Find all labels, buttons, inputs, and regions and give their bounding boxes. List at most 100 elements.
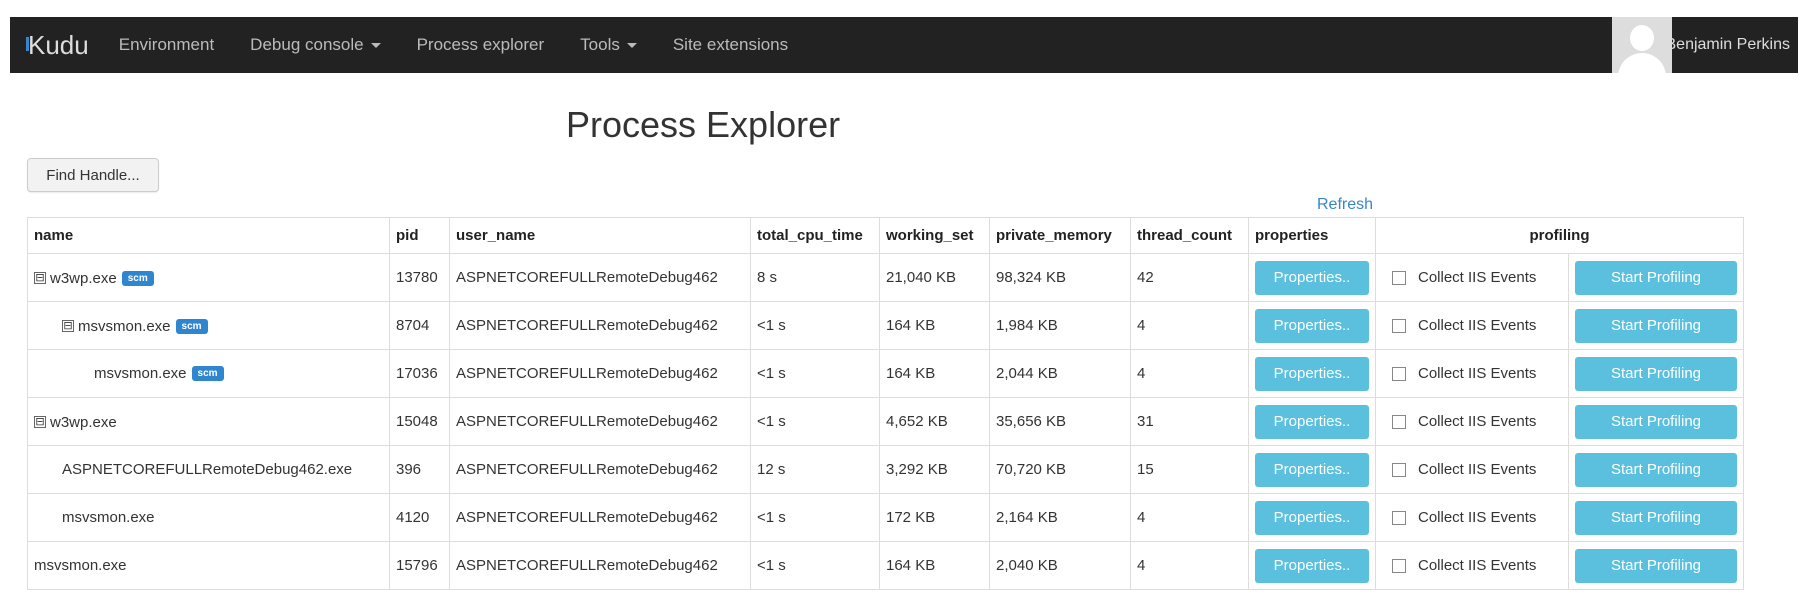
top-navbar: Kudu Environment Debug console Process e…	[10, 17, 1798, 73]
page-title: Process Explorer	[566, 104, 841, 145]
process-name: msvsmon.exe	[78, 317, 171, 335]
kudu-brand-logo[interactable]: Kudu	[26, 30, 89, 61]
collect-iis-events-checkbox[interactable]	[1392, 270, 1406, 285]
start-profiling-button[interactable]: Start Profiling	[1575, 356, 1737, 391]
nav-tools[interactable]: Tools	[580, 35, 637, 55]
cell-start-profiling: Start Profiling	[1568, 541, 1744, 590]
cell-properties: Properties..	[1248, 541, 1376, 590]
collect-iis-events-label: Collect IIS Events	[1418, 509, 1537, 526]
properties-button[interactable]: Properties..	[1255, 500, 1369, 535]
user-name[interactable]: Benjamin Perkins	[1666, 17, 1791, 73]
collect-iis-events-checkbox[interactable]	[1392, 414, 1406, 429]
cell-working-set: 164 KB	[879, 301, 990, 350]
nav-process-explorer[interactable]: Process explorer	[417, 35, 545, 55]
properties-button[interactable]: Properties..	[1255, 308, 1369, 343]
cell-thread-count: 4	[1130, 349, 1249, 398]
collect-events-wrap: Collect IIS Events	[1382, 509, 1562, 526]
cell-collect-events: Collect IIS Events	[1375, 541, 1569, 590]
cell-pid: 13780	[389, 253, 450, 302]
cell-total-cpu-time: <1 s	[750, 493, 880, 542]
cell-private-memory: 2,164 KB	[989, 493, 1131, 542]
collect-iis-events-checkbox[interactable]	[1392, 558, 1406, 573]
process-name: msvsmon.exe	[62, 509, 155, 526]
cell-pid: 4120	[389, 493, 450, 542]
cell-pid: 8704	[389, 301, 450, 350]
cell-thread-count: 42	[1130, 253, 1249, 302]
cell-properties: Properties..	[1248, 253, 1376, 302]
header-profiling: profiling	[1375, 217, 1744, 254]
cell-properties: Properties..	[1248, 397, 1376, 446]
table-row: ⊟ w3wp.exe scm 13780 ASPNETCOREFULLRemoteDeb…	[27, 253, 1744, 302]
table-row: msvsmon.exe 4120 ASPNETCOREFULLRemoteDebug…	[27, 493, 1744, 542]
start-profiling-button[interactable]: Start Profiling	[1575, 500, 1737, 535]
cell-pid: 15796	[389, 541, 450, 590]
cell-total-cpu-time: 12 s	[750, 445, 880, 494]
collect-events-wrap: Collect IIS Events	[1382, 317, 1562, 334]
process-name-wrap: msvsmon.exe	[62, 509, 155, 526]
cell-collect-events: Collect IIS Events	[1375, 397, 1569, 446]
user-avatar-icon[interactable]	[1612, 17, 1672, 73]
properties-button[interactable]: Properties..	[1255, 452, 1369, 487]
refresh-link[interactable]: Refresh	[1317, 196, 1373, 214]
cell-thread-count: 31	[1130, 397, 1249, 446]
collect-iis-events-label: Collect IIS Events	[1418, 413, 1537, 430]
nav-site-extensions-label: Site extensions	[672, 35, 789, 54]
process-name-wrap: ⊟ msvsmon.exe scm	[62, 318, 208, 335]
cell-user-name: ASPNETCOREFULLRemoteDebug462	[449, 397, 751, 446]
collapse-toggle-icon[interactable]: ⊟	[34, 272, 46, 285]
properties-button[interactable]: Properties..	[1255, 260, 1369, 295]
collect-iis-events-checkbox[interactable]	[1392, 510, 1406, 525]
cell-working-set: 172 KB	[879, 493, 990, 542]
cell-user-name: ASPNETCOREFULLRemoteDebug462	[449, 493, 751, 542]
find-handle-button[interactable]: Find Handle...	[27, 158, 159, 192]
cell-user-name: ASPNETCOREFULLRemoteDebug462	[449, 445, 751, 494]
nav-environment[interactable]: Environment	[119, 35, 214, 55]
cell-private-memory: 35,656 KB	[989, 397, 1131, 446]
start-profiling-button[interactable]: Start Profiling	[1575, 260, 1737, 295]
collect-iis-events-checkbox[interactable]	[1392, 366, 1406, 381]
cell-total-cpu-time: <1 s	[750, 349, 880, 398]
properties-button[interactable]: Properties..	[1255, 404, 1369, 439]
caret-down-icon	[626, 42, 637, 48]
start-profiling-button[interactable]: Start Profiling	[1575, 404, 1737, 439]
cell-collect-events: Collect IIS Events	[1375, 349, 1569, 398]
collapse-toggle-icon[interactable]: ⊟	[62, 320, 74, 333]
cell-private-memory: 1,984 KB	[989, 301, 1131, 350]
cell-collect-events: Collect IIS Events	[1375, 493, 1569, 542]
cell-collect-events: Collect IIS Events	[1375, 301, 1569, 350]
cell-start-profiling: Start Profiling	[1568, 397, 1744, 446]
cell-total-cpu-time: <1 s	[750, 301, 880, 350]
table-row: msvsmon.exe 15796 ASPNETCOREFULLRemoteDebu…	[27, 541, 1744, 590]
header-user-name: user_name	[449, 217, 751, 254]
nav-environment-label: Environment	[118, 35, 215, 54]
caret-down-icon	[370, 42, 381, 48]
start-profiling-button[interactable]: Start Profiling	[1575, 452, 1737, 487]
cell-working-set: 164 KB	[879, 541, 990, 590]
scm-badge: scm	[175, 318, 208, 334]
screenshot-frame-bottom	[0, 596, 1804, 604]
collect-iis-events-checkbox[interactable]	[1392, 318, 1406, 333]
cell-private-memory: 2,040 KB	[989, 541, 1131, 590]
collapse-toggle-icon[interactable]: ⊟	[34, 416, 46, 429]
nav-site-extensions[interactable]: Site extensions	[673, 35, 788, 55]
cell-user-name: ASPNETCOREFULLRemoteDebug462	[449, 349, 751, 398]
cell-name: ⊟ msvsmon.exe scm	[27, 301, 390, 350]
start-profiling-button[interactable]: Start Profiling	[1575, 308, 1737, 343]
nav-tools-label: Tools	[580, 35, 620, 54]
start-profiling-button[interactable]: Start Profiling	[1575, 548, 1737, 583]
process-name: w3wp.exe	[50, 413, 117, 431]
cell-private-memory: 70,720 KB	[989, 445, 1131, 494]
header-total-cpu-time: total_cpu_time	[750, 217, 880, 254]
collect-iis-events-checkbox[interactable]	[1392, 462, 1406, 477]
cell-start-profiling: Start Profiling	[1568, 253, 1744, 302]
properties-button[interactable]: Properties..	[1255, 548, 1369, 583]
cell-total-cpu-time: <1 s	[750, 397, 880, 446]
table-row: ASPNETCOREFULLRemoteDebug462.exe 396 ASPNE…	[27, 445, 1744, 494]
avatar-head	[1630, 25, 1654, 51]
cell-start-profiling: Start Profiling	[1568, 301, 1744, 350]
cell-collect-events: Collect IIS Events	[1375, 445, 1569, 494]
nav-debug-console[interactable]: Debug console	[250, 35, 381, 55]
properties-button[interactable]: Properties..	[1255, 356, 1369, 391]
cell-collect-events: Collect IIS Events	[1375, 253, 1569, 302]
process-name-wrap: msvsmon.exe scm	[94, 365, 224, 382]
